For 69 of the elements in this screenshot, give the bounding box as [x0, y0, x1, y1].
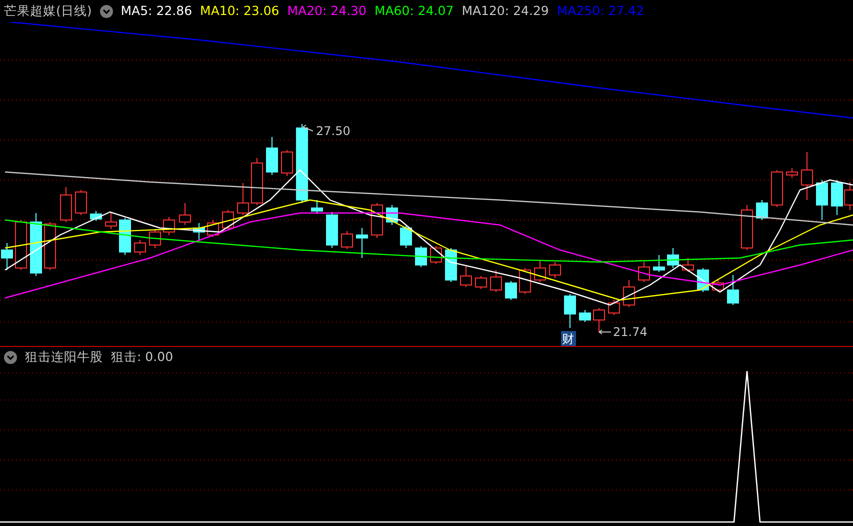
indicator-title: 狙击连阳牛股 — [25, 348, 103, 366]
ma-legend-value: MA250: 27.42 — [556, 2, 644, 20]
low-price-label: 21.74 — [613, 325, 648, 339]
dropdown-icon[interactable] — [4, 351, 17, 364]
rising-candlestick — [519, 268, 531, 294]
rising-candlestick — [149, 228, 161, 248]
falling-candlestick — [193, 222, 205, 240]
rising-candlestick — [741, 204, 753, 250]
ma-legend-value: MA20: 24.30 — [287, 2, 366, 20]
falling-candlestick — [311, 200, 323, 214]
rising-candlestick — [251, 158, 263, 206]
rising-candlestick — [786, 168, 798, 178]
high-price-label: 27.50 — [316, 124, 350, 138]
falling-candlestick — [831, 180, 843, 216]
falling-candlestick — [356, 228, 368, 258]
falling-candlestick — [445, 248, 457, 282]
earnings-badge[interactable]: 财 — [561, 331, 576, 346]
falling-candlestick — [756, 200, 768, 220]
falling-candlestick — [386, 204, 398, 226]
ma-legend-value: MA60: 24.07 — [374, 2, 454, 20]
rising-candlestick — [179, 202, 191, 226]
rising-candlestick — [75, 190, 87, 216]
falling-candlestick — [579, 310, 591, 322]
ma-legend-value: MA120: 24.29 — [462, 2, 549, 20]
price-pointer-icon — [302, 124, 314, 132]
rising-candlestick — [490, 270, 502, 292]
falling-candlestick — [653, 254, 665, 272]
rising-candlestick — [623, 280, 635, 308]
falling-candlestick — [505, 280, 517, 300]
rising-candlestick — [60, 186, 72, 222]
rising-candlestick — [475, 276, 487, 290]
rising-candlestick — [105, 212, 117, 230]
falling-candlestick — [1, 242, 13, 270]
indicator-value: 狙击: 0.00 — [111, 348, 174, 366]
rising-candlestick — [163, 216, 175, 236]
rising-candlestick — [801, 152, 813, 200]
rising-candlestick — [237, 182, 249, 216]
rising-candlestick — [534, 260, 546, 282]
rising-candlestick — [281, 150, 293, 176]
rising-candlestick — [844, 182, 853, 210]
falling-candlestick — [266, 136, 278, 176]
dropdown-icon[interactable] — [100, 4, 113, 18]
price-pointer-icon — [598, 330, 612, 334]
chart-title: 芒果超媒(日线) — [4, 2, 92, 20]
falling-candlestick — [564, 294, 576, 328]
falling-candlestick — [90, 210, 102, 222]
rising-candlestick — [134, 240, 146, 256]
rising-candlestick — [341, 230, 353, 250]
falling-candlestick — [30, 212, 42, 276]
ma-legend-value: MA10: 23.06 — [200, 2, 280, 20]
rising-candlestick — [638, 262, 650, 282]
falling-candlestick — [326, 212, 338, 248]
falling-candlestick — [415, 246, 427, 268]
rising-candlestick — [712, 280, 724, 292]
rising-candlestick — [460, 264, 472, 288]
rising-candlestick — [371, 202, 383, 238]
falling-candlestick — [667, 248, 679, 268]
rising-candlestick — [593, 308, 605, 332]
rising-candlestick — [771, 170, 783, 208]
rising-candlestick — [682, 258, 694, 272]
ma-legend-value: MA5: 22.86 — [120, 2, 192, 20]
falling-candlestick — [400, 226, 412, 248]
rising-candlestick — [549, 262, 561, 278]
falling-candlestick — [727, 274, 739, 306]
falling-candlestick — [816, 180, 828, 220]
rising-candlestick — [44, 222, 56, 270]
rising-candlestick — [15, 220, 27, 270]
falling-candlestick — [119, 218, 131, 256]
rising-candlestick — [608, 300, 620, 316]
